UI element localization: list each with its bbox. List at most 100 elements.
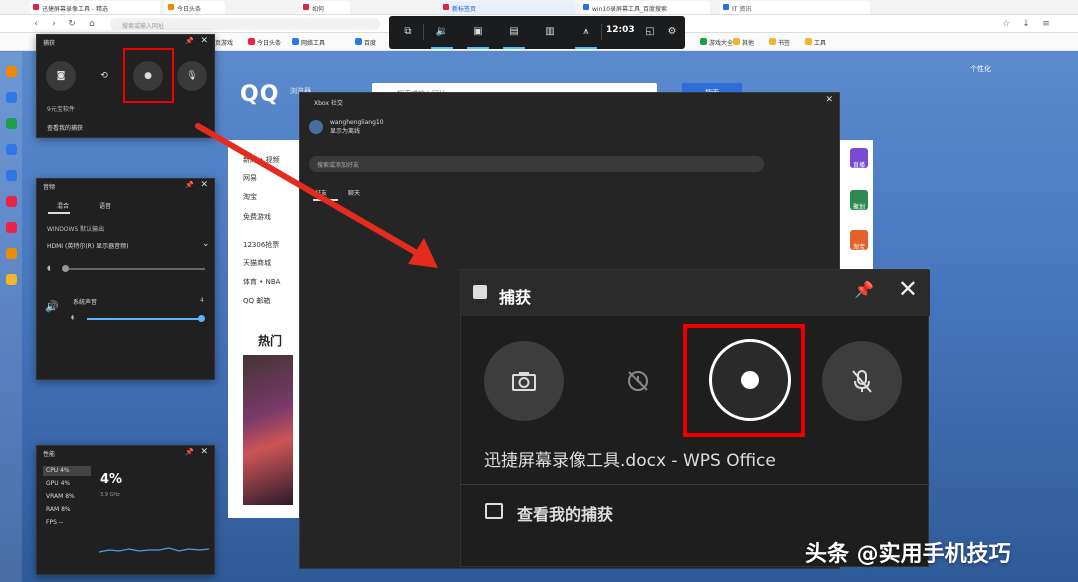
capture-widget-small: 捕获 📌 ✕ ◙ ⟲ ● 🎙 9元宝软件 查看我的捕获 [36,34,215,138]
mic-off-icon [852,370,872,393]
browser-tab[interactable]: 如何 [300,1,350,14]
bookmark-item[interactable]: 游戏大全 [700,38,733,47]
speaker-icon[interactable]: ◖ [71,314,74,321]
audio-title: 音频 [43,184,56,191]
record-last-button[interactable]: ⟲ [89,61,119,91]
perf-title: 性能 [43,451,56,458]
sidebar-app-icon[interactable] [6,92,17,103]
download-icon[interactable]: ↓ [1020,18,1032,30]
bookmark-folder[interactable]: 书签 [769,38,790,47]
master-volume-slider[interactable] [65,268,205,270]
active-indicator [431,47,453,49]
screenshot-root: 迅捷屏幕录像工具 - 精选 今日头条 如何 新标签页 win10录屏幕工具_百度… [0,0,1078,582]
capture-widget: 捕获 📌 ✕ 迅捷屏幕录像工具.docx - WPS Office 查看我的捕获 [460,269,930,567]
address-input[interactable]: 搜索或输入网址 [110,18,380,30]
pin-icon[interactable]: 📌 [185,37,194,45]
tab-mix[interactable]: 混合 [57,201,69,210]
browser-tabbar: 迅捷屏幕录像工具 - 精选 今日头条 如何 新标签页 win10录屏幕工具_百度… [0,0,1078,15]
device-select[interactable]: HDMI (英特尔(R) 显示器音频) [47,241,128,250]
qq-nav-link[interactable]: 体育 • NBA [243,277,280,287]
sidebar-app-icon[interactable] [6,66,17,77]
speaker-icon: 🔊 [45,300,59,313]
perf-row-fps[interactable]: FPS -- [43,518,91,528]
xbox-social-icon[interactable]: ⩚ [577,24,595,40]
sidebar-app-icon[interactable] [6,144,17,155]
gallery-icon [485,503,503,519]
perf-row-vram[interactable]: VRAM 8% [43,492,91,502]
close-icon[interactable]: ✕ [898,276,918,302]
capture-icon [473,285,487,299]
view-my-captures-link[interactable]: 查看我的捕获 [517,501,613,525]
bookmark-item[interactable]: 网络工具 [292,38,325,47]
slider-knob[interactable] [62,265,69,272]
bookmark-item[interactable]: 今日头条 [248,38,281,47]
qq-top-links[interactable]: 个性化 [970,64,991,74]
qq-side-badge[interactable]: 淘宝 [850,230,868,251]
capture-header: 捕获 📌 ✕ [461,270,930,316]
bookmark-folder[interactable]: 工具 [805,38,826,47]
capture-small-title: 捕获 [43,40,56,47]
menu-icon[interactable]: ≡ [1040,18,1052,30]
star-icon[interactable]: ☆ [1000,18,1012,30]
sidebar-app-icon[interactable] [6,274,17,285]
speaker-icon[interactable]: ◖ [47,264,51,272]
back-icon[interactable]: ‹ [30,18,42,30]
browser-tab-active[interactable]: 新标签页 [440,1,575,14]
sidebar-app-icon[interactable] [6,170,17,181]
pin-icon[interactable]: 📌 [854,280,874,299]
highlight-box [123,48,174,103]
settings-icon[interactable]: ⚙ [663,24,681,40]
perf-row-ram[interactable]: RAM 8% [43,505,91,515]
active-indicator [503,47,525,49]
performance-widget-icon[interactable]: ▥ [541,24,559,40]
mic-toggle-button[interactable] [822,341,902,421]
browser-tab[interactable]: IT 资讯 [720,1,870,14]
close-icon[interactable]: ✕ [200,447,208,457]
resources-widget-icon[interactable]: ▤ [505,24,523,40]
qq-heat-image[interactable] [243,355,293,505]
capture-title: 捕获 [499,288,532,307]
qq-side-badge[interactable]: 聚划 [850,190,868,211]
tab-underline [48,212,70,214]
bookmark-item[interactable]: 百度 [355,38,376,47]
qq-logo: QQ [240,82,280,107]
refresh-icon[interactable]: ↻ [66,18,78,30]
forward-icon[interactable]: › [48,18,60,30]
sidebar-app-icon[interactable] [6,118,17,129]
perf-big-sub: 3.9 GHz [100,492,120,498]
view-captures-link[interactable]: 查看我的捕获 [47,123,83,132]
widget-menu-icon[interactable]: ⧉ [399,24,417,40]
sidebar-app-icon[interactable] [6,222,17,233]
clock: 12:03 [606,25,635,35]
perf-row-cpu[interactable]: CPU 4% [43,466,91,476]
audio-widget-icon[interactable]: 🔉 [433,24,451,40]
perf-row-gpu[interactable]: GPU 4% [43,479,91,489]
slider-knob[interactable] [198,315,205,322]
controller-icon[interactable]: ◱ [641,24,659,40]
screenshot-button[interactable] [484,341,564,421]
browser-tab[interactable]: 今日头条 [165,1,225,14]
tab-voice[interactable]: 语音 [99,201,111,210]
mic-toggle-button[interactable]: 🎙 [177,61,207,91]
pin-icon[interactable]: 📌 [185,448,194,456]
home-icon[interactable]: ⌂ [86,18,98,30]
close-icon[interactable]: ✕ [825,95,833,105]
divider [601,24,602,40]
bookmark-folder[interactable]: 其他 [733,38,754,47]
xbox-panel-title: Xbox 社交 [314,100,343,107]
browser-tab[interactable]: win10录屏幕工具_百度搜索 [580,1,710,14]
system-sound-label: 系统声音 [73,299,98,306]
browser-tab[interactable]: 迅捷屏幕录像工具 - 精选 [30,1,160,14]
capture-widget-icon[interactable]: ▣ [469,24,487,40]
screenshot-button[interactable]: ◙ [46,61,76,91]
sidebar-app-icon[interactable] [6,196,17,207]
sidebar-app-icon[interactable] [6,248,17,259]
qq-heat-title: 热门 [258,334,283,348]
highlight-box [683,324,805,437]
close-icon[interactable]: ✕ [200,36,208,46]
record-last-icon [628,371,648,391]
divider [461,484,930,485]
record-last-30s-button[interactable] [598,341,678,421]
qq-side-badge[interactable]: 直播 [850,148,868,169]
qq-nav-link[interactable]: QQ 邮箱 [243,296,270,306]
